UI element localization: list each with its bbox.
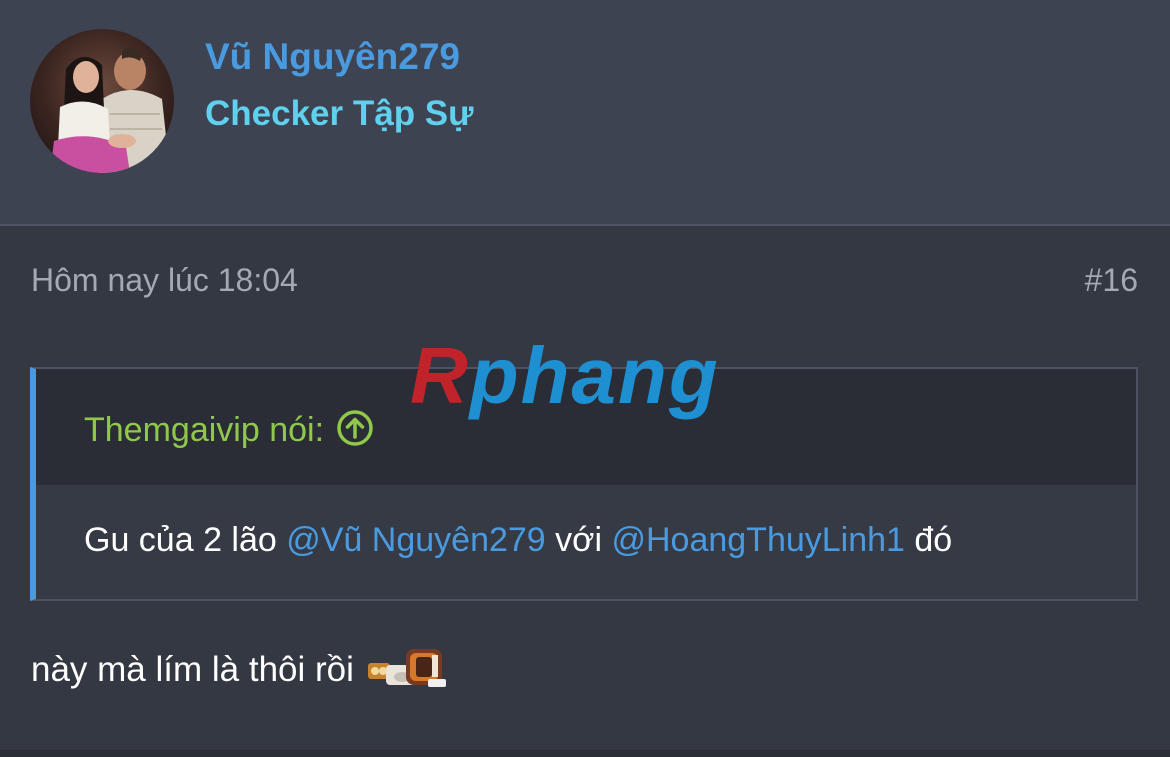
user-title: Checker Tập Sự bbox=[205, 94, 474, 133]
arrow-up-circle-icon[interactable] bbox=[336, 409, 374, 456]
post-page: Vũ Nguyên279 Checker Tập Sự Hôm nay lúc … bbox=[0, 0, 1170, 757]
post-number[interactable]: #16 bbox=[1085, 262, 1138, 299]
sticker-icon bbox=[366, 643, 452, 702]
quote-header: Themgaivip nói: bbox=[36, 369, 1136, 485]
post-body-text: này mà lím là thôi rồi bbox=[31, 650, 354, 689]
quote-block: Themgaivip nói: Gu của 2 lão @Vũ Nguyên2… bbox=[30, 367, 1138, 601]
username[interactable]: Vũ Nguyên279 bbox=[205, 36, 460, 78]
quote-text: Gu của 2 lão @Vũ Nguyên279 với @HoangThu… bbox=[84, 521, 952, 560]
quote-body: Gu của 2 lão @Vũ Nguyên279 với @HoangThu… bbox=[36, 485, 1136, 599]
quote-text-middle: với bbox=[545, 521, 612, 559]
quote-text-before: Gu của 2 lão bbox=[84, 521, 287, 559]
post-divider bbox=[0, 750, 1170, 757]
quote-author-label: Themgaivip nói: bbox=[84, 411, 325, 449]
mention-link[interactable]: @HoangThuyLinh1 bbox=[611, 521, 904, 559]
quote-author[interactable]: Themgaivip nói: bbox=[84, 409, 374, 456]
post-timestamp[interactable]: Hôm nay lúc 18:04 bbox=[31, 262, 298, 299]
avatar-photo bbox=[30, 29, 174, 173]
user-avatar[interactable] bbox=[30, 29, 174, 173]
mention-link[interactable]: @Vũ Nguyên279 bbox=[286, 521, 545, 559]
quote-text-after: đó bbox=[904, 521, 953, 559]
user-header: Vũ Nguyên279 Checker Tập Sự bbox=[0, 0, 1170, 226]
post-body: này mà lím là thôi rồi bbox=[31, 643, 452, 702]
